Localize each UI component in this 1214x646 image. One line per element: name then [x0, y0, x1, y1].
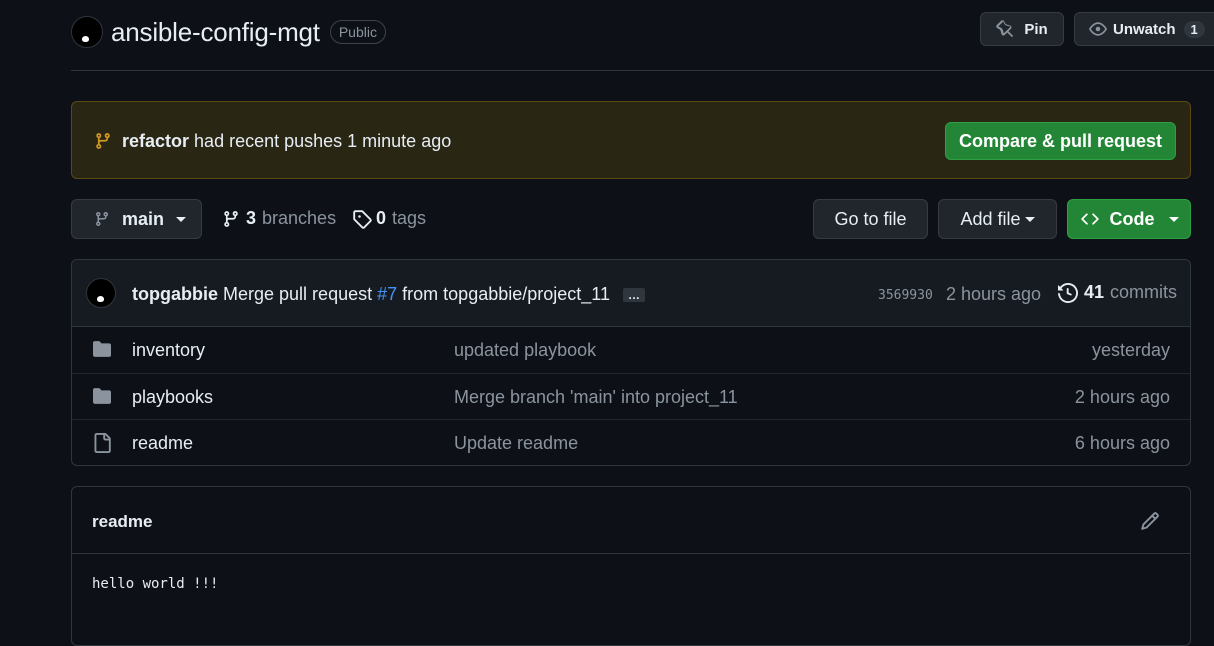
latest-commit-row: topgabbie Merge pull request #7 from top…	[72, 260, 1190, 327]
chevron-down-icon	[1168, 216, 1179, 222]
code-button[interactable]: Code	[1067, 199, 1191, 239]
recent-push-banner: refactor had recent pushes 1 minute ago …	[71, 101, 1191, 179]
folder-icon	[92, 340, 112, 358]
header-divider	[71, 70, 1214, 71]
readme-divider	[72, 553, 1190, 554]
file-name-link[interactable]: inventory	[132, 340, 205, 361]
pin-label: Pin	[1024, 20, 1048, 38]
commit-count: 41	[1084, 282, 1105, 302]
go-to-file-button[interactable]: Go to file	[813, 199, 928, 239]
branches-label: branches	[262, 208, 337, 228]
branches-count: 3	[246, 208, 257, 228]
branches-link[interactable]: 3 branches	[222, 208, 336, 229]
readme-title-link[interactable]: readme	[92, 512, 152, 532]
commits-history-link[interactable]: 41 commits	[1058, 282, 1177, 303]
commit-author-link[interactable]: topgabbie	[132, 284, 218, 304]
pushed-branch-link[interactable]: refactor	[122, 131, 189, 151]
branch-selector[interactable]: main	[71, 199, 202, 239]
unwatch-label: Unwatch	[1113, 20, 1176, 38]
chevron-down-icon	[1024, 216, 1035, 222]
file-commit-message-link[interactable]: updated playbook	[454, 340, 596, 361]
unwatch-button[interactable]: Unwatch 1	[1074, 12, 1214, 46]
file-icon	[92, 433, 112, 453]
pin-button[interactable]: Pin	[980, 12, 1064, 46]
expand-commit-button[interactable]: …	[623, 288, 645, 303]
file-row-playbooks[interactable]: playbooks Merge branch 'main' into proje…	[72, 373, 1190, 419]
commit-message-post[interactable]: from topgabbie/project_11	[402, 284, 610, 304]
file-row-readme[interactable]: readme Update readme 6 hours ago	[72, 419, 1190, 465]
commit-message-pre[interactable]: Merge pull request	[223, 284, 372, 304]
pin-icon	[996, 20, 1014, 38]
tags-link[interactable]: 0 tags	[352, 208, 426, 229]
push-message: refactor had recent pushes 1 minute ago	[122, 131, 451, 152]
file-commit-time: 6 hours ago	[1074, 433, 1170, 453]
watch-count: 1	[1183, 20, 1205, 38]
owner-avatar[interactable]	[71, 16, 103, 48]
code-label: Code	[1109, 208, 1155, 229]
add-file-button[interactable]: Add file	[938, 199, 1057, 239]
git-branch-icon	[94, 131, 112, 151]
commit-time: 2 hours ago	[946, 284, 1042, 304]
visibility-badge: Public	[329, 20, 386, 44]
commit-message: topgabbie Merge pull request #7 from top…	[132, 284, 645, 305]
commits-label: commits	[1110, 282, 1178, 302]
file-commit-message-link[interactable]: Update readme	[454, 433, 578, 454]
file-commit-time: yesterday	[1091, 340, 1170, 360]
readme-panel: readme hello world !!!	[71, 486, 1191, 646]
chevron-down-icon	[176, 216, 187, 222]
git-branch-icon	[222, 209, 240, 229]
history-icon	[1058, 282, 1078, 303]
code-icon	[1080, 210, 1100, 228]
file-name-link[interactable]: playbooks	[132, 387, 213, 408]
tags-count: 0	[376, 208, 387, 228]
tags-label: tags	[392, 208, 427, 228]
repo-header: ansible-config-mgt Public	[71, 14, 386, 50]
push-text: had recent pushes 1 minute ago	[194, 131, 452, 151]
file-commit-message-link[interactable]: Merge branch 'main' into project_11	[454, 387, 738, 408]
current-branch-label: main	[122, 208, 165, 229]
add-file-label: Add file	[960, 208, 1021, 229]
tag-icon	[352, 209, 372, 229]
git-branch-icon	[94, 210, 110, 228]
readme-content: hello world !!!	[92, 576, 219, 592]
compare-pull-request-button[interactable]: Compare & pull request	[945, 122, 1176, 160]
folder-icon	[92, 387, 112, 405]
pencil-icon[interactable]	[1140, 511, 1160, 531]
eye-icon	[1089, 20, 1107, 38]
file-name-link[interactable]: readme	[132, 433, 193, 454]
author-avatar[interactable]	[86, 278, 116, 308]
file-listing: topgabbie Merge pull request #7 from top…	[71, 259, 1191, 466]
file-commit-time: 2 hours ago	[1074, 387, 1170, 407]
repo-name[interactable]: ansible-config-mgt	[111, 17, 320, 48]
pull-request-link[interactable]: #7	[377, 284, 397, 304]
commit-sha-link[interactable]: 3569930	[878, 288, 933, 303]
file-row-inventory[interactable]: inventory updated playbook yesterday	[72, 327, 1190, 373]
